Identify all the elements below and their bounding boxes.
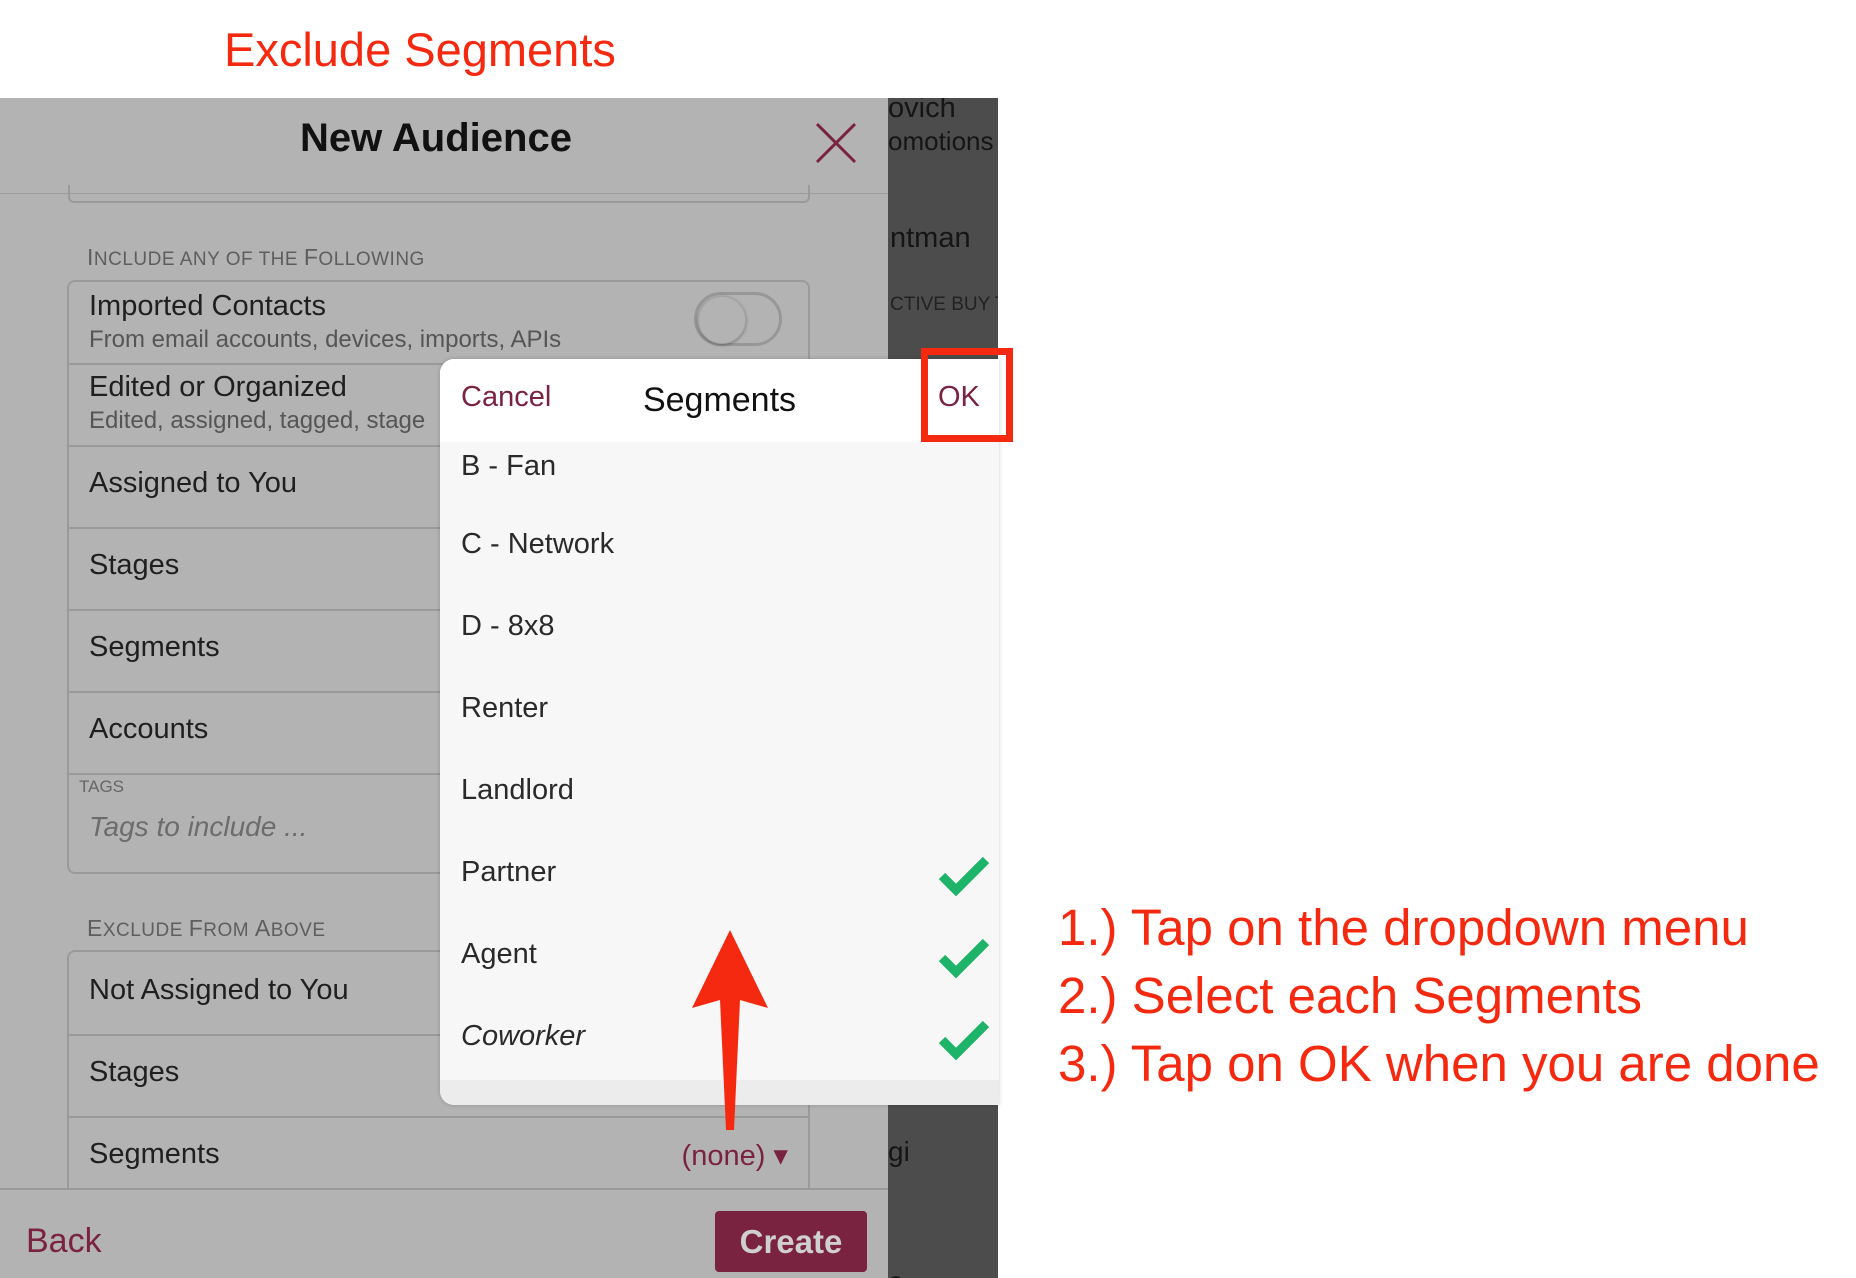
segment-option-c-network[interactable]: C - Network: [440, 506, 999, 590]
bg-text-1: ovich: [888, 98, 956, 124]
annotation-step-1: 1.) Tap on the dropdown menu: [1058, 899, 1749, 956]
previous-field-edge: [68, 185, 810, 203]
segment-option-d-8x8[interactable]: D - 8x8: [440, 588, 999, 672]
annotation-step-2: 2.) Select each Segments: [1058, 967, 1642, 1024]
row-label: Segments: [89, 631, 220, 663]
popup-title: Segments: [642, 381, 797, 419]
popup-header: Cancel Segments OK: [440, 359, 999, 444]
option-label: Partner: [461, 856, 557, 888]
row-label: Not Assigned to You: [89, 974, 349, 1006]
row-label: Stages: [89, 549, 180, 581]
create-button[interactable]: Create: [715, 1211, 867, 1272]
include-section-label: INCLUDE ANY OF THE FOLLOWING: [87, 244, 425, 270]
row-label: Accounts: [89, 713, 209, 745]
row-label: Assigned to You: [89, 467, 298, 499]
option-label: Renter: [461, 692, 549, 724]
bg-text-5: gi: [888, 1136, 910, 1167]
annotation-arrow-icon: [692, 930, 768, 1130]
option-label: D - 8x8: [461, 610, 555, 642]
annotation-step-3: 3.) Tap on OK when you are done: [1058, 1035, 1820, 1092]
close-x-icon[interactable]: [813, 120, 859, 166]
segments-dropdown-value[interactable]: (none) ▾: [682, 1138, 788, 1173]
imported-contacts-toggle[interactable]: [694, 292, 782, 346]
row-label: Segments: [89, 1138, 220, 1170]
bg-text-3: ntman: [890, 222, 971, 254]
segment-option-b-fan[interactable]: B - Fan: [440, 442, 999, 508]
list-item-imported-contacts: Imported Contacts From email accounts, d…: [69, 282, 808, 365]
ok-highlight-box: [921, 348, 1013, 442]
exclude-section-label: EXCLUDE FROM ABOVE: [87, 915, 326, 941]
modal-title: New Audience: [300, 116, 572, 160]
annotation-title: Exclude Segments: [224, 23, 616, 76]
option-label: Coworker: [461, 1020, 586, 1052]
bg-text-6: a: [888, 1266, 904, 1278]
segment-option-renter[interactable]: Renter: [440, 670, 999, 754]
option-label: B - Fan: [461, 450, 557, 482]
back-button[interactable]: Back: [26, 1222, 102, 1261]
option-label: Agent: [461, 938, 537, 970]
option-label: Landlord: [461, 774, 574, 806]
tags-input-placeholder[interactable]: Tags to include ...: [89, 811, 307, 843]
checkmark-icon: [938, 938, 990, 978]
row-sublabel: Edited, assigned, tagged, stage: [89, 407, 426, 434]
row-label: Stages: [89, 1056, 180, 1088]
option-label: C - Network: [461, 528, 615, 560]
checkmark-icon: [938, 856, 990, 896]
segment-option-landlord[interactable]: Landlord: [440, 752, 999, 836]
bg-text-4: CTIVE BUY T: [890, 294, 998, 315]
checkmark-icon: [938, 1020, 990, 1060]
tags-caption: TAGS: [79, 777, 125, 796]
toggle-knob: [698, 296, 746, 344]
row-label: Imported Contacts: [89, 290, 326, 322]
row-label: Edited or Organized: [89, 371, 347, 403]
bg-text-2: omotions a: [888, 126, 998, 156]
segment-option-partner[interactable]: Partner: [440, 834, 999, 918]
row-sublabel: From email accounts, devices, imports, A…: [89, 326, 562, 353]
